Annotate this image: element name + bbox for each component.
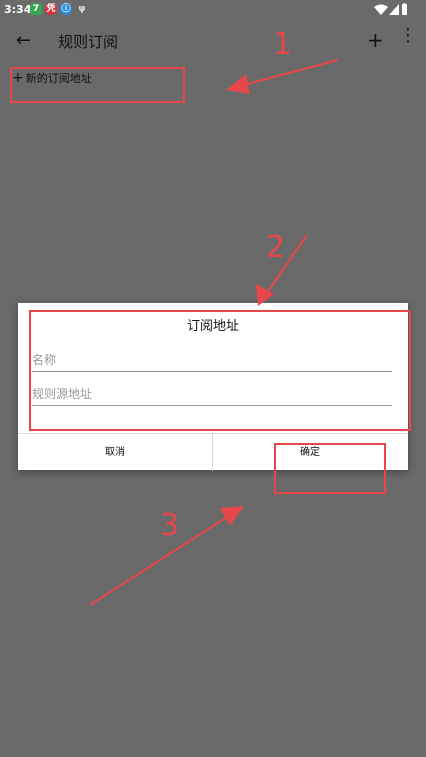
app-notification-icon: 凭 bbox=[45, 3, 57, 15]
cancel-button[interactable]: 取消 bbox=[18, 434, 213, 471]
arrow-icon bbox=[231, 59, 339, 89]
plus-icon: + bbox=[12, 70, 24, 86]
status-bar: 3:34 7 凭 ⓘ ψ bbox=[0, 0, 426, 20]
confirm-button[interactable]: 确定 bbox=[213, 434, 407, 471]
name-input[interactable] bbox=[32, 349, 392, 372]
arrow-icon bbox=[89, 509, 239, 606]
annotation-label: 3 bbox=[160, 508, 179, 543]
add-icon[interactable]: + bbox=[367, 28, 384, 52]
new-subscription-label: 新的订阅地址 bbox=[25, 72, 92, 85]
dialog-title: 订阅地址 bbox=[186, 319, 239, 334]
arrow-icon bbox=[261, 234, 308, 301]
signal-icon bbox=[389, 4, 399, 15]
new-subscription-item[interactable]: + 新的订阅地址 bbox=[12, 70, 92, 88]
arrowhead-icon bbox=[226, 74, 250, 94]
page-title: 规则订阅 bbox=[58, 33, 119, 51]
back-arrow-icon[interactable]: ← bbox=[16, 30, 31, 51]
app-notification-icon: ψ bbox=[78, 4, 86, 14]
app-toolbar: ← 规则订阅 + ⋮ bbox=[0, 20, 426, 62]
status-time: 3:34 bbox=[4, 3, 32, 16]
rule-source-url-input[interactable] bbox=[32, 383, 392, 406]
app-notification-icon: ⓘ bbox=[60, 3, 72, 15]
dialog-button-row: 取消 确定 bbox=[18, 433, 408, 471]
arrowhead-icon bbox=[220, 506, 244, 526]
wifi-icon bbox=[374, 4, 388, 15]
app-notification-icon: 7 bbox=[30, 3, 42, 15]
annotation-label: 2 bbox=[266, 230, 285, 265]
subscription-dialog: 订阅地址 取消 确定 bbox=[18, 303, 408, 471]
battery-icon bbox=[402, 3, 407, 15]
more-options-icon[interactable]: ⋮ bbox=[399, 27, 417, 45]
